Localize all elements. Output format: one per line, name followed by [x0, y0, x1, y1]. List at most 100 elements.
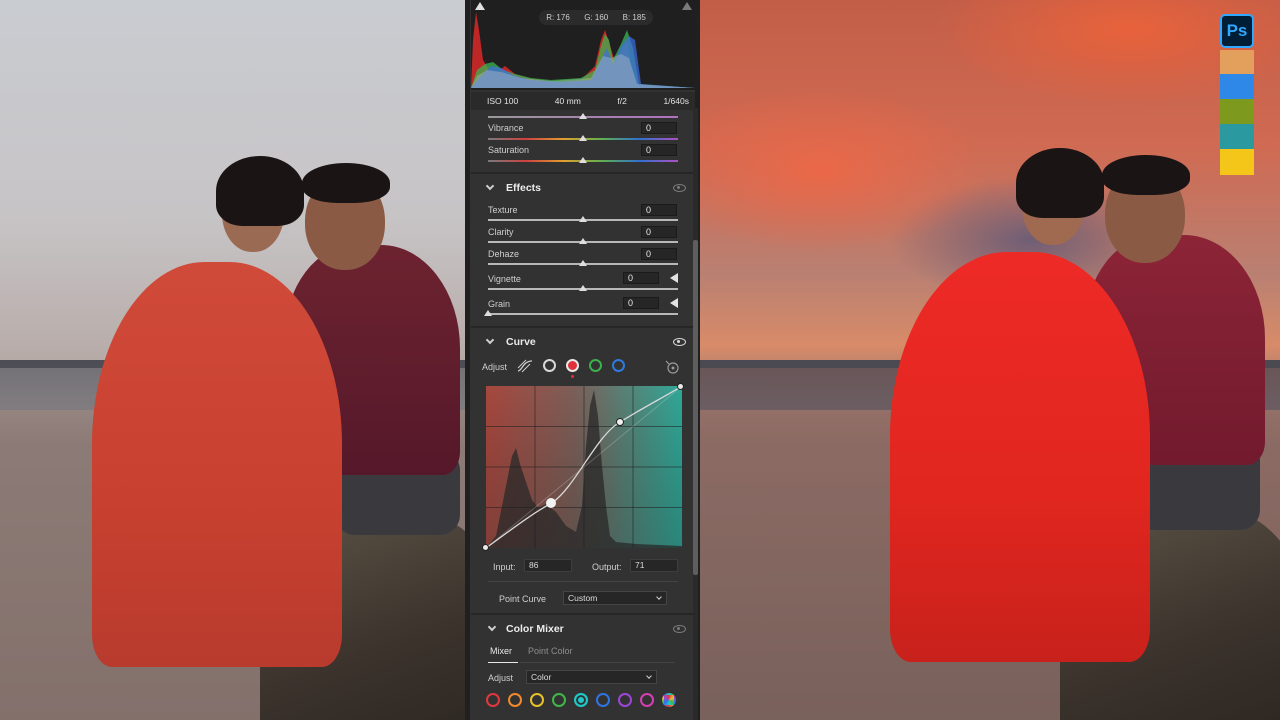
saturation-slider-thumb[interactable] [579, 157, 587, 163]
palette-swatch-5 [1220, 149, 1254, 175]
point-curve-label: Point Curve [499, 594, 547, 604]
mixer-all-colors-button[interactable] [662, 693, 676, 707]
grain-label: Grain [488, 299, 511, 309]
saturation-label: Saturation [488, 145, 530, 155]
panel-edge-left [465, 0, 470, 720]
shutter-speed: 1/640s [663, 96, 689, 106]
channel-red-button[interactable] [566, 359, 579, 372]
camera-info-bar: ISO 100 40 mm f/2 1/640s [471, 92, 695, 110]
vibrance-value[interactable]: 0 [641, 122, 677, 134]
effects-header[interactable] [471, 176, 695, 200]
mixer-orange-button[interactable] [508, 693, 522, 707]
aperture: f/2 [617, 96, 627, 106]
iso-value: ISO 100 [487, 96, 519, 106]
divider [471, 172, 695, 174]
readout-b: B: 185 [622, 13, 646, 22]
clarity-value[interactable]: 0 [641, 226, 677, 238]
before-photo [0, 0, 465, 720]
scrollbar-thumb[interactable] [693, 240, 698, 575]
curve-output-label: Output: [592, 562, 622, 572]
channel-green-button[interactable] [589, 359, 602, 372]
clarity-label: Clarity [488, 227, 514, 237]
grain-expand-icon[interactable] [670, 298, 678, 308]
vibrance-label: Vibrance [488, 123, 524, 133]
curve-header[interactable] [471, 330, 695, 354]
curve-title: Curve [506, 336, 536, 348]
readout-r: R: 176 [546, 13, 570, 22]
palette-swatch-4 [1220, 124, 1254, 150]
saturation-value[interactable]: 0 [641, 144, 677, 156]
mixer-yellow-button[interactable] [530, 693, 544, 707]
woman-hair [1016, 148, 1104, 218]
curve-adjust-label: Adjust [482, 362, 508, 372]
effects-title: Effects [506, 182, 542, 194]
tab-point-color[interactable]: Point Color [528, 646, 573, 656]
mixer-adjust-dropdown[interactable]: Color [526, 670, 657, 684]
screen: Ps R: 176 G: 160 B: 185 ISO 100 40 mm f/… [0, 0, 1280, 720]
curve-point-selected[interactable] [546, 498, 556, 508]
grain-slider-track[interactable] [488, 313, 678, 315]
grain-value[interactable]: 0 [623, 297, 659, 309]
grain-slider-thumb[interactable] [484, 310, 492, 316]
photoshop-logo: Ps [1220, 14, 1254, 48]
focal-length: 40 mm [554, 96, 581, 106]
eye-icon[interactable] [673, 338, 686, 346]
mixer-blue-button[interactable] [596, 693, 610, 707]
curve-output-field[interactable]: 71 [630, 559, 678, 572]
shadow-clipping-icon[interactable] [475, 2, 485, 10]
vignette-slider-thumb[interactable] [579, 285, 587, 291]
point-curve-dropdown[interactable]: Custom [563, 591, 667, 605]
mixer-green-button[interactable] [552, 693, 566, 707]
highlight-clipping-icon[interactable] [682, 2, 692, 10]
tab-mixer[interactable]: Mixer [490, 646, 512, 656]
vignette-label: Vignette [488, 274, 521, 284]
mixer-red-button[interactable] [486, 693, 500, 707]
man-hair [302, 163, 390, 203]
woman-hair [216, 156, 304, 226]
camera-raw-panel: R: 176 G: 160 B: 185 ISO 100 40 mm f/2 1… [465, 0, 700, 720]
tab-mixer-underline [488, 662, 518, 663]
curve-graph-svg[interactable] [485, 385, 683, 549]
palette-swatch-1 [1220, 50, 1254, 76]
woman-saree [92, 262, 342, 667]
palette-swatch-3 [1220, 99, 1254, 125]
dehaze-slider-thumb[interactable] [579, 260, 587, 266]
target-adjustment-icon[interactable] [665, 360, 679, 374]
texture-slider-thumb[interactable] [579, 216, 587, 222]
point-curve-value: Custom [568, 593, 598, 603]
temp-slider-thumb[interactable] [579, 113, 587, 119]
clarity-slider-thumb[interactable] [579, 238, 587, 244]
curve-point-black[interactable] [482, 544, 489, 551]
mixer-adjust-value: Color [531, 672, 552, 682]
vignette-expand-icon[interactable] [670, 273, 678, 283]
mixer-adjust-label: Adjust [488, 673, 514, 683]
mixer-purple-button[interactable] [618, 693, 632, 707]
palette-swatch-2 [1220, 74, 1254, 100]
texture-label: Texture [488, 205, 518, 215]
curve-point-white[interactable] [677, 383, 684, 390]
chevron-down-icon [656, 594, 662, 600]
channel-blue-button[interactable] [612, 359, 625, 372]
divider [471, 326, 695, 328]
curve-point[interactable] [616, 418, 624, 426]
dehaze-label: Dehaze [488, 249, 520, 259]
woman-saree [890, 252, 1150, 662]
vignette-value[interactable]: 0 [623, 272, 659, 284]
curve-graph[interactable] [485, 385, 683, 549]
mixer-magenta-button[interactable] [640, 693, 654, 707]
panel-scrollbar[interactable] [693, 108, 698, 720]
texture-value[interactable]: 0 [641, 204, 677, 216]
histogram: R: 176 G: 160 B: 185 [471, 0, 695, 90]
parametric-curve-icon[interactable] [517, 359, 533, 373]
curve-input-field[interactable]: 86 [524, 559, 572, 572]
eye-icon[interactable] [673, 184, 686, 192]
man-hair [1102, 155, 1190, 195]
color-mixer-header[interactable] [471, 617, 695, 641]
channel-rgb-button[interactable] [543, 359, 556, 372]
dehaze-value[interactable]: 0 [641, 248, 677, 260]
eye-icon[interactable] [673, 625, 686, 633]
vibrance-slider-thumb[interactable] [579, 135, 587, 141]
mixer-aqua-button[interactable] [574, 693, 588, 707]
rgb-readout: R: 176 G: 160 B: 185 [539, 10, 653, 25]
curve-input-label: Input: [493, 562, 516, 572]
